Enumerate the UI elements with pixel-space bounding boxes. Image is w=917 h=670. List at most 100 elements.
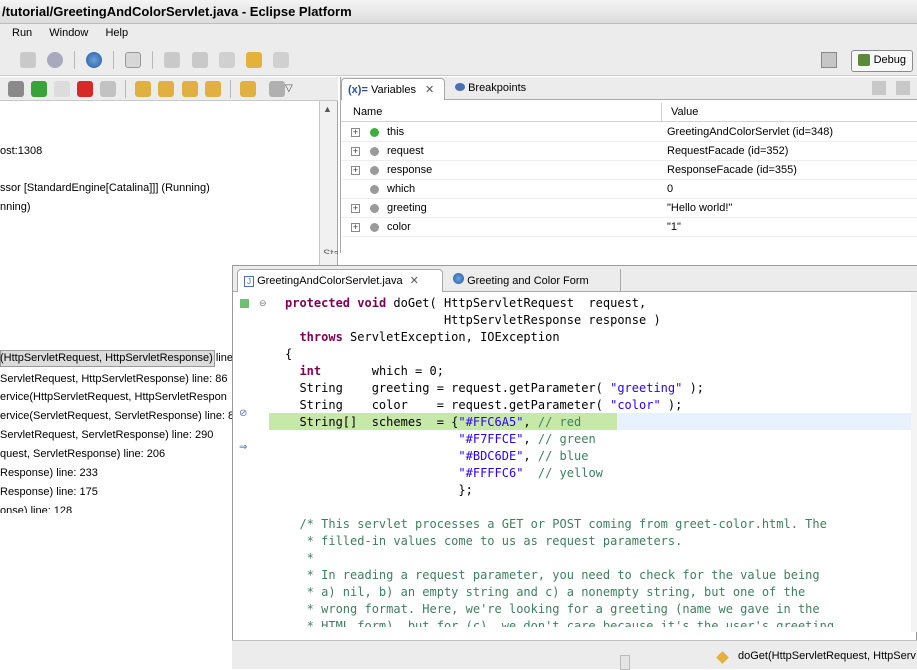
code-line[interactable]: * a) nil, b) an empty string and c) a no…	[285, 584, 806, 601]
prev-annotation-icon[interactable]	[191, 52, 208, 68]
variables-table-header: Name Value	[341, 103, 917, 122]
java-editor: J GreetingAndColorServlet.java ✕ Greetin…	[232, 265, 917, 657]
menu-run[interactable]: Run	[12, 27, 32, 39]
suspend-icon[interactable]	[54, 81, 71, 97]
code-line[interactable]: protected void doGet( HttpServletRequest…	[285, 295, 646, 312]
tab-greeting-and-color-form[interactable]: Greeting and Color Form	[447, 269, 621, 292]
code-line[interactable]: * In reading a request parameter, you ne…	[285, 567, 820, 584]
variable-row[interactable]: + request RequestFacade (id=352)	[341, 142, 917, 161]
field-visibility-icon	[370, 147, 379, 156]
code-line[interactable]: String[] schemes = {"#FFC6A5", // red	[285, 414, 581, 431]
step-return-icon[interactable]	[181, 81, 198, 97]
edit-icon[interactable]	[20, 52, 36, 68]
view-menu-chevron-icon[interactable]: ▽	[285, 83, 293, 94]
debug-view-scrollbar[interactable]: ▲	[319, 101, 337, 281]
code-line[interactable]: String color = request.getParameter( "co…	[285, 397, 682, 414]
bean-icon[interactable]	[47, 52, 64, 68]
back-arrow-icon[interactable]	[245, 52, 262, 68]
menu-window[interactable]: Window	[49, 27, 88, 39]
drop-to-frame-icon[interactable]	[204, 81, 221, 97]
close-icon[interactable]: ✕	[425, 84, 434, 96]
scroll-handle[interactable]	[620, 655, 630, 670]
globe-icon[interactable]	[86, 52, 103, 68]
scroll-up-icon[interactable]: ▲	[323, 104, 332, 114]
code-line[interactable]: * wrong format. Here, we're looking for …	[285, 601, 820, 618]
code-line[interactable]: /* This servlet processes a GET or POST …	[285, 516, 826, 533]
code-line[interactable]: HttpServletResponse response )	[285, 312, 661, 329]
stack-frame-icon	[716, 651, 729, 664]
remove-terminated-icon[interactable]	[8, 81, 24, 97]
code-line[interactable]: "#BDC6DE", // blue	[285, 448, 588, 465]
stack-frame-line[interactable]: Response) line: 175	[0, 486, 98, 498]
tab-variables[interactable]: (x)= Variables ✕	[341, 78, 445, 100]
code-line[interactable]: * HTML form), but for (c), we don't care…	[285, 618, 834, 627]
field-visibility-icon	[370, 128, 379, 137]
code-line[interactable]: String greeting = request.getParameter( …	[285, 380, 704, 397]
step-into-icon[interactable]	[135, 81, 152, 97]
expand-icon[interactable]: +	[351, 204, 360, 213]
show-type-names-icon[interactable]	[896, 81, 910, 95]
variable-row[interactable]: + color "1"	[341, 218, 917, 237]
stack-frame-line[interactable]: ServletRequest, ServletResponse) line: 2…	[0, 429, 213, 441]
variable-name: this	[387, 126, 405, 138]
step-over-icon[interactable]	[158, 81, 175, 97]
code-line[interactable]: * filled-in values come to us as request…	[285, 533, 683, 550]
stack-frame-line[interactable]: ssor [StandardEngine[Catalina]]] (Runnin…	[0, 182, 210, 194]
tab-breakpoints[interactable]: Breakpoints	[449, 78, 532, 100]
stack-frame-line[interactable]: Response) line: 233	[0, 467, 98, 479]
expand-icon[interactable]: +	[351, 166, 360, 175]
disconnect-icon[interactable]	[100, 81, 117, 97]
code-line[interactable]: int which = 0;	[285, 363, 444, 380]
code-line[interactable]: *	[285, 550, 314, 567]
bug-icon	[857, 54, 870, 66]
expand-icon[interactable]: +	[351, 128, 360, 137]
toolbar-separator	[229, 80, 231, 98]
breakpoint-icon[interactable]: ⊘	[239, 408, 247, 419]
stack-frame-line[interactable]: ervice(ServletRequest, ServletResponse) …	[0, 410, 234, 422]
code-line[interactable]: "#FFFFC6" // yellow	[285, 465, 603, 482]
toolbar-separator	[152, 51, 154, 69]
stack-frame-line[interactable]: (HttpServletRequest, HttpServletResponse…	[0, 352, 251, 364]
stack-frame-line[interactable]: ost:1308	[0, 145, 42, 157]
expand-icon[interactable]: +	[351, 147, 360, 156]
code-line[interactable]: {	[285, 346, 292, 363]
editor-overview-ruler[interactable]	[911, 292, 917, 632]
variable-row[interactable]: + this GreetingAndColorServlet (id=348)	[341, 123, 917, 142]
back-icon[interactable]	[218, 52, 235, 68]
stack-frame-line[interactable]: ervice(HttpServletRequest, HttpServletRe…	[0, 391, 227, 403]
open-perspective-icon[interactable]	[821, 52, 837, 68]
stack-frame-line[interactable]: nning)	[0, 201, 31, 213]
editor-tab-bar: J GreetingAndColorServlet.java ✕ Greetin…	[233, 266, 917, 292]
tab-greetingandcolorservlet-java[interactable]: J GreetingAndColorServlet.java ✕	[237, 269, 443, 292]
next-annotation-icon[interactable]	[164, 52, 181, 68]
editor-gutter[interactable]: ⊖ ⊘ ⇒	[233, 292, 267, 656]
debug-perspective-button[interactable]: Debug	[850, 50, 913, 72]
stack-frame-line[interactable]: doGet(HttpServletRequest, HttpServ	[738, 650, 916, 662]
variable-name: color	[387, 221, 411, 233]
window-title: /tutorial/GreetingAndColorServlet.java -…	[2, 4, 352, 19]
code-line[interactable]: throws ServletException, IOException	[285, 329, 559, 346]
stack-frame-line[interactable]: quest, ServletResponse) line: 206	[0, 448, 165, 460]
column-header-name[interactable]: Name	[353, 106, 382, 118]
variable-row[interactable]: which 0	[341, 180, 917, 199]
column-header-value[interactable]: Value	[671, 106, 698, 118]
variable-row[interactable]: + response ResponseFacade (id=355)	[341, 161, 917, 180]
use-step-filters-icon[interactable]	[239, 81, 256, 97]
stack-frame-line[interactable]: onse) line: 128	[0, 505, 72, 513]
expand-icon[interactable]: +	[351, 223, 360, 232]
variable-row[interactable]: + greeting "Hello world!"	[341, 199, 917, 218]
field-visibility-icon	[370, 166, 379, 175]
stack-frame-line[interactable]: ServletRequest, HttpServletResponse) lin…	[0, 373, 227, 385]
collapse-all-icon[interactable]	[872, 81, 886, 95]
threads-icon[interactable]	[268, 81, 285, 97]
document-icon[interactable]	[125, 52, 142, 68]
forward-arrow-icon[interactable]	[272, 52, 289, 68]
column-divider[interactable]	[661, 103, 662, 122]
close-icon[interactable]: ✕	[410, 275, 419, 287]
resume-icon[interactable]	[31, 81, 48, 97]
fold-icon[interactable]: ⊖	[259, 298, 267, 309]
menu-help[interactable]: Help	[105, 27, 128, 39]
code-line[interactable]: "#F7FFCE", // green	[285, 431, 595, 448]
terminate-icon[interactable]	[77, 81, 94, 97]
code-line[interactable]: };	[285, 482, 472, 499]
